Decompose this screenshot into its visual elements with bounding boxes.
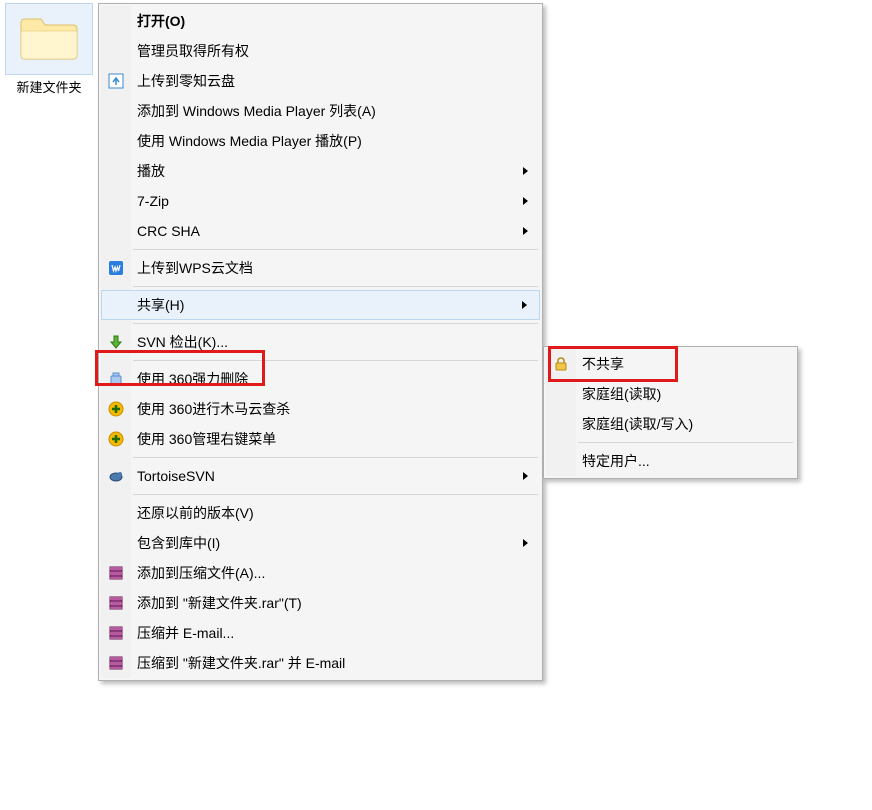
menu-separator [133,249,538,250]
menu-compress-rar-email[interactable]: 压缩到 "新建文件夹.rar" 并 E-mail [101,648,540,678]
menu-compress-email[interactable]: 压缩并 E-mail... [101,618,540,648]
menu-play[interactable]: 播放 [101,156,540,186]
desktop-folder[interactable]: 新建文件夹 [5,3,93,96]
menu-item-label: 不共享 [582,354,624,374]
tortoise-icon [107,467,125,485]
share-submenu: 不共享 家庭组(读取) 家庭组(读取/写入) 特定用户... [543,346,798,479]
menu-360-delete[interactable]: 使用 360强力删除 [101,364,540,394]
lock-icon [552,355,570,373]
menu-item-label: 上传到零知云盘 [137,71,235,91]
submenu-homegroup-readwrite[interactable]: 家庭组(读取/写入) [546,409,795,439]
menu-separator [133,286,538,287]
menu-item-label: 家庭组(读取/写入) [582,414,693,434]
menu-item-label: SVN 检出(K)... [137,332,228,352]
context-menu: 打开(O) 管理员取得所有权 上传到零知云盘 添加到 Windows Media… [98,3,543,681]
menu-separator [133,457,538,458]
menu-item-label: 播放 [137,161,165,181]
cloud-upload-icon [107,72,125,90]
submenu-arrow-icon [523,539,528,547]
menu-item-label: 还原以前的版本(V) [137,503,254,523]
menu-share[interactable]: 共享(H) [101,290,540,320]
menu-separator [578,442,793,443]
menu-item-label: CRC SHA [137,223,200,239]
submenu-arrow-icon [523,197,528,205]
menu-open[interactable]: 打开(O) [101,6,540,36]
folder-label: 新建文件夹 [5,77,93,96]
menu-include-library[interactable]: 包含到库中(I) [101,528,540,558]
menu-item-label: 7-Zip [137,193,169,209]
menu-item-label: TortoiseSVN [137,468,215,484]
menu-item-label: 特定用户... [582,451,650,471]
menu-tortoisesvn[interactable]: TortoiseSVN [101,461,540,491]
menu-crc-sha[interactable]: CRC SHA [101,216,540,246]
delete-360-icon [107,370,125,388]
wps-icon [107,259,125,277]
submenu-arrow-icon [523,227,528,235]
menu-item-label: 使用 360强力删除 [137,369,248,389]
menu-item-label: 压缩并 E-mail... [137,623,234,643]
archive-icon [107,594,125,612]
menu-item-label: 家庭组(读取) [582,384,661,404]
archive-icon [107,564,125,582]
menu-add-archive[interactable]: 添加到压缩文件(A)... [101,558,540,588]
menu-360-scan[interactable]: 使用 360进行木马云查杀 [101,394,540,424]
menu-item-label: 共享(H) [137,295,184,315]
submenu-specific-users[interactable]: 特定用户... [546,446,795,476]
menu-upload-cloud[interactable]: 上传到零知云盘 [101,66,540,96]
plus-shield-icon [107,400,125,418]
menu-item-label: 压缩到 "新建文件夹.rar" 并 E-mail [137,653,345,673]
menu-item-label: 使用 360进行木马云查杀 [137,399,290,419]
submenu-arrow-icon [523,167,528,175]
menu-7zip[interactable]: 7-Zip [101,186,540,216]
menu-svn-checkout[interactable]: SVN 检出(K)... [101,327,540,357]
folder-icon-box [5,3,93,75]
submenu-no-share[interactable]: 不共享 [546,349,795,379]
menu-separator [133,494,538,495]
menu-item-label: 使用 360管理右键菜单 [137,429,276,449]
menu-item-label: 上传到WPS云文档 [137,258,253,278]
menu-upload-wps[interactable]: 上传到WPS云文档 [101,253,540,283]
menu-take-ownership[interactable]: 管理员取得所有权 [101,36,540,66]
menu-add-rar[interactable]: 添加到 "新建文件夹.rar"(T) [101,588,540,618]
menu-item-label: 添加到 "新建文件夹.rar"(T) [137,593,302,613]
menu-item-label: 管理员取得所有权 [137,41,249,61]
menu-item-label: 使用 Windows Media Player 播放(P) [137,131,362,151]
submenu-arrow-icon [523,472,528,480]
menu-item-label: 添加到压缩文件(A)... [137,563,265,583]
folder-icon [19,15,79,63]
archive-icon [107,624,125,642]
menu-separator [133,323,538,324]
menu-item-label: 打开(O) [137,11,185,31]
menu-wmp-add[interactable]: 添加到 Windows Media Player 列表(A) [101,96,540,126]
menu-360-manage[interactable]: 使用 360管理右键菜单 [101,424,540,454]
plus-shield-icon [107,430,125,448]
menu-wmp-play[interactable]: 使用 Windows Media Player 播放(P) [101,126,540,156]
menu-restore-previous[interactable]: 还原以前的版本(V) [101,498,540,528]
submenu-arrow-icon [522,301,527,309]
submenu-homegroup-read[interactable]: 家庭组(读取) [546,379,795,409]
archive-icon [107,654,125,672]
menu-separator [133,360,538,361]
menu-item-label: 添加到 Windows Media Player 列表(A) [137,101,376,121]
menu-item-label: 包含到库中(I) [137,533,220,553]
svn-checkout-icon [107,333,125,351]
